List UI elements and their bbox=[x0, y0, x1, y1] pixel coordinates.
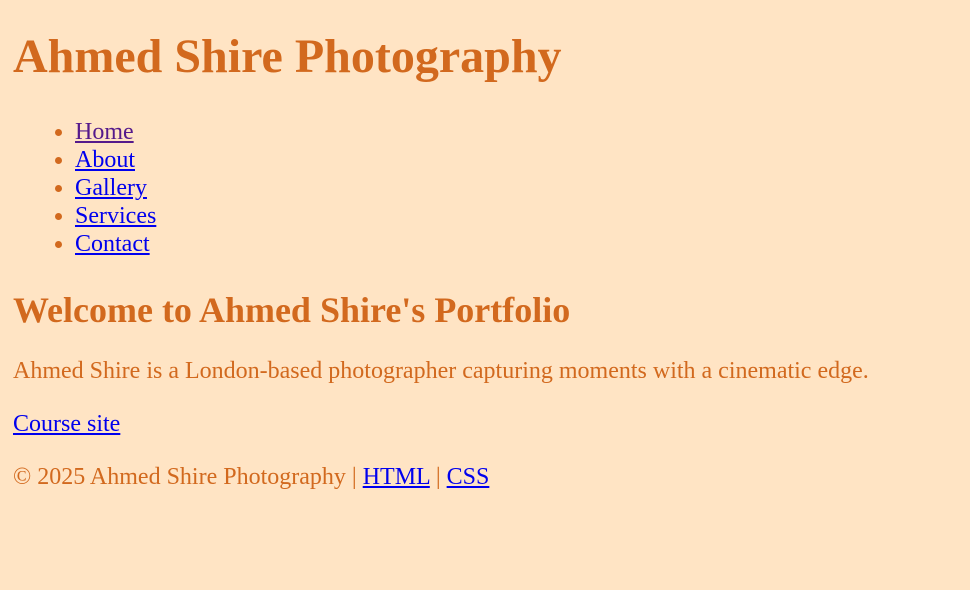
nav-item-gallery: Gallery bbox=[75, 174, 957, 202]
course-site-link[interactable]: Course site bbox=[13, 411, 120, 437]
nav-link-contact[interactable]: Contact bbox=[75, 231, 150, 257]
nav-item-services: Services bbox=[75, 202, 957, 230]
copyright-text: © 2025 Ahmed Shire Photography bbox=[13, 464, 346, 490]
nav-item-about: About bbox=[75, 146, 957, 174]
footer-separator: | bbox=[345, 464, 363, 490]
footer: © 2025 Ahmed Shire Photography | HTML | … bbox=[13, 463, 957, 491]
css-validator-link[interactable]: CSS bbox=[447, 464, 490, 490]
nav-link-services[interactable]: Services bbox=[75, 203, 156, 229]
nav-item-home: Home bbox=[75, 118, 957, 146]
welcome-heading: Welcome to Ahmed Shire's Portfolio bbox=[13, 290, 571, 330]
footer-separator: | bbox=[429, 464, 447, 490]
nav-item-contact: Contact bbox=[75, 230, 957, 258]
course-paragraph: Course site bbox=[13, 410, 957, 438]
nav-link-about[interactable]: About bbox=[75, 147, 135, 173]
main-nav: Home About Gallery Services Contact bbox=[13, 118, 957, 258]
intro-text: Ahmed Shire is a London-based photograph… bbox=[13, 358, 869, 384]
nav-link-home[interactable]: Home bbox=[75, 119, 134, 145]
page-title: Ahmed Shire Photography bbox=[13, 30, 562, 83]
html-validator-link[interactable]: HTML bbox=[363, 464, 430, 490]
nav-link-gallery[interactable]: Gallery bbox=[75, 175, 147, 201]
